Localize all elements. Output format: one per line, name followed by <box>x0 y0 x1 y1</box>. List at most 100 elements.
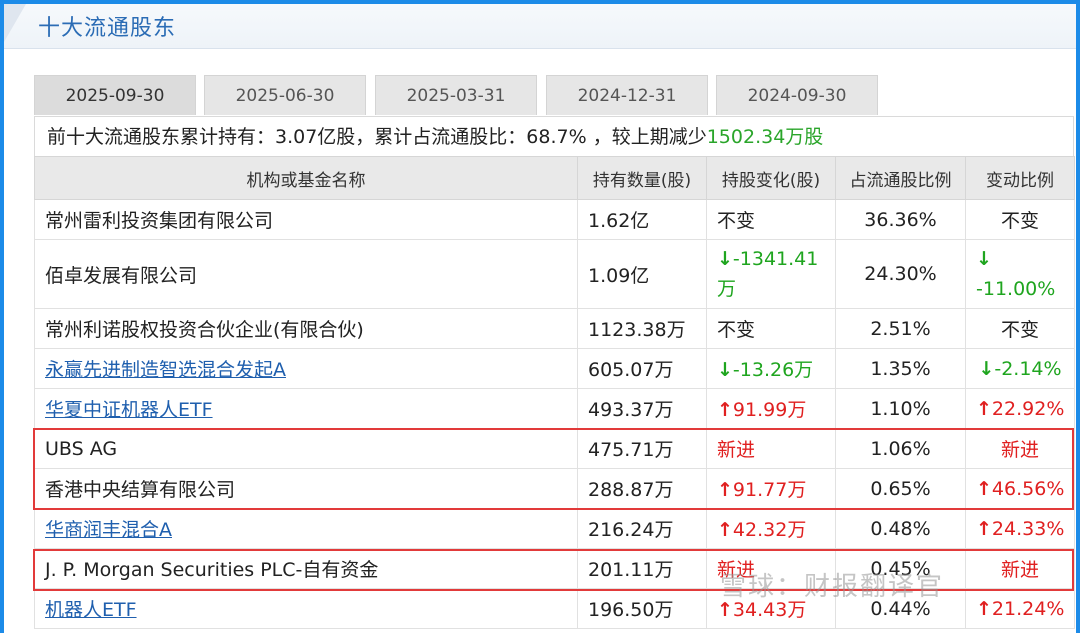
change-value: 不变 <box>717 319 756 341</box>
ratio-cell: 2.51% <box>835 308 966 349</box>
change-value: 新进 <box>717 439 756 461</box>
change-pct-cell: ↓ -11.00% <box>965 239 1075 309</box>
holder-name-cell: 香港中央结算有限公司 <box>34 468 578 509</box>
arrow-up-icon: ↑ <box>976 397 992 420</box>
page-title: 十大流通股东 <box>38 16 177 41</box>
quantity-cell: 1.09亿 <box>577 239 707 309</box>
arrow-up-icon: ↑ <box>717 599 733 621</box>
holder-name-cell[interactable]: 永赢先进制造智选混合发起A <box>34 348 578 389</box>
arrow-down-icon: ↓ <box>978 357 995 380</box>
change-value: -1341.41万 <box>717 248 819 300</box>
holder-name-link[interactable]: 永赢先进制造智选混合发起A <box>45 359 286 381</box>
change-value: 34.43万 <box>732 599 807 621</box>
change-cell: 新进 <box>706 548 836 589</box>
change-cell: ↑91.99万 <box>706 388 836 429</box>
holder-name: J. P. Morgan Securities PLC-自有资金 <box>45 559 379 581</box>
change-pct-value: -2.14% <box>994 357 1062 380</box>
change-pct-value: 21.24% <box>991 597 1065 620</box>
holder-name-cell[interactable]: 机器人ETF <box>34 588 578 629</box>
table-row: UBS AG 475.71万 新进 1.06% 新进 <box>34 428 1075 469</box>
change-pct-cell: ↑24.33% <box>965 508 1075 549</box>
holder-name-cell[interactable]: 华夏中证机器人ETF <box>34 388 578 429</box>
change-cell: ↑42.32万 <box>706 508 836 549</box>
header-name: 机构或基金名称 <box>34 156 578 200</box>
change-value: -13.26万 <box>732 359 814 381</box>
change-pct-value: 不变 <box>1000 210 1039 232</box>
change-pct-value: 不变 <box>1000 319 1039 341</box>
change-cell: ↑34.43万 <box>706 588 836 629</box>
holder-name-cell: 佰卓发展有限公司 <box>34 239 578 309</box>
table-row: 永赢先进制造智选混合发起A 605.07万 ↓-13.26万 1.35% ↓-2.14% <box>34 348 1075 389</box>
holder-name: UBS AG <box>45 437 118 460</box>
change-pct-cell: 新进 <box>965 428 1075 469</box>
tab-2025-03-31[interactable]: 2025-03-31 <box>375 75 537 115</box>
change-pct-cell: ↑46.56% <box>965 468 1075 509</box>
tab-2025-06-30[interactable]: 2025-06-30 <box>204 75 366 115</box>
arrow-up-icon: ↑ <box>976 517 992 540</box>
holder-name: 香港中央结算有限公司 <box>45 479 236 501</box>
change-pct-value: 22.92% <box>991 397 1065 420</box>
arrow-down-icon: ↓ <box>976 248 992 270</box>
ratio-cell: 0.44% <box>835 588 966 629</box>
quantity-cell: 288.87万 <box>577 468 707 509</box>
tab-2025-09-30[interactable]: 2025-09-30 <box>34 75 196 115</box>
summary-text: 前十大流通股东累计持有：3.07亿股，累计占流通股比：68.7% ，较上期减少 <box>47 126 707 148</box>
arrow-down-icon: ↓ <box>717 359 733 381</box>
change-pct-cell: 不变 <box>965 199 1075 240</box>
change-pct-value: 新进 <box>1000 439 1039 461</box>
quantity-cell: 1123.38万 <box>577 308 707 349</box>
table-row: 华商润丰混合A 216.24万 ↑42.32万 0.48% ↑24.33% <box>34 508 1075 549</box>
arrow-up-icon: ↑ <box>976 477 992 500</box>
change-cell: 不变 <box>706 308 836 349</box>
change-pct-cell: ↑22.92% <box>965 388 1075 429</box>
table-row: 常州雷利投资集团有限公司 1.62亿 不变 36.36% 不变 <box>34 199 1075 240</box>
quantity-cell: 605.07万 <box>577 348 707 389</box>
ratio-cell: 1.06% <box>835 428 966 469</box>
change-value: 91.99万 <box>732 399 807 421</box>
ratio-cell: 1.35% <box>835 348 966 389</box>
change-pct-cell: 不变 <box>965 308 1075 349</box>
holder-name-cell: 常州雷利投资集团有限公司 <box>34 199 578 240</box>
table-row: 华夏中证机器人ETF 493.37万 ↑91.99万 1.10% ↑22.92% <box>34 388 1075 429</box>
arrow-up-icon: ↑ <box>717 479 733 501</box>
change-pct-cell: 新进 <box>965 548 1075 589</box>
arrow-up-icon: ↑ <box>717 399 733 421</box>
holder-name-cell[interactable]: 华商润丰混合A <box>34 508 578 549</box>
holder-name-link[interactable]: 机器人ETF <box>45 599 137 621</box>
arrow-up-icon: ↑ <box>976 597 992 620</box>
holder-name-cell: J. P. Morgan Securities PLC-自有资金 <box>34 548 578 589</box>
quantity-cell: 216.24万 <box>577 508 707 549</box>
quantity-cell: 196.50万 <box>577 588 707 629</box>
change-pct-value: -11.00% <box>976 278 1056 300</box>
table-row: 香港中央结算有限公司 288.87万 ↑91.77万 0.65% ↑46.56% <box>34 468 1075 509</box>
ratio-cell: 0.65% <box>835 468 966 509</box>
arrow-down-icon: ↓ <box>717 248 733 270</box>
holder-name-cell: UBS AG <box>34 428 578 469</box>
holder-name-cell: 常州利诺股权投资合伙企业(有限合伙) <box>34 308 578 349</box>
header-change-pct: 变动比例 <box>965 156 1075 200</box>
ratio-cell: 1.10% <box>835 388 966 429</box>
tab-2024-12-31[interactable]: 2024-12-31 <box>546 75 708 115</box>
holder-name: 佰卓发展有限公司 <box>45 264 198 287</box>
change-cell: ↑91.77万 <box>706 468 836 509</box>
table-row: J. P. Morgan Securities PLC-自有资金 201.11万新… <box>34 548 1075 589</box>
change-value: 不变 <box>717 210 756 232</box>
holder-name-link[interactable]: 华商润丰混合A <box>45 519 172 541</box>
header-ratio: 占流通股比例 <box>835 156 966 200</box>
ratio-cell: 24.30% <box>835 239 966 309</box>
summary-line: 前十大流通股东累计持有：3.07亿股，累计占流通股比：68.7% ，较上期减少1… <box>34 116 1074 156</box>
header-change: 持股变化(股) <box>706 156 836 200</box>
holder-name-link[interactable]: 华夏中证机器人ETF <box>45 399 213 421</box>
change-cell: ↓-1341.41万 <box>706 239 836 309</box>
holder-name: 常州雷利投资集团有限公司 <box>45 210 274 232</box>
tab-2024-09-30[interactable]: 2024-09-30 <box>716 75 878 115</box>
change-cell: 新进 <box>706 428 836 469</box>
shareholders-table: 机构或基金名称 持有数量(股) 持股变化(股) 占流通股比例 变动比例 常州雷利… <box>34 156 1075 629</box>
change-value: 91.77万 <box>732 479 807 501</box>
quantity-cell: 493.37万 <box>577 388 707 429</box>
change-pct-value: 新进 <box>1000 559 1039 581</box>
header-quantity: 持有数量(股) <box>577 156 707 200</box>
change-value: 42.32万 <box>732 519 807 541</box>
quantity-cell: 201.11万 <box>577 548 707 589</box>
table-header-row: 机构或基金名称 持有数量(股) 持股变化(股) 占流通股比例 变动比例 <box>34 156 1075 200</box>
